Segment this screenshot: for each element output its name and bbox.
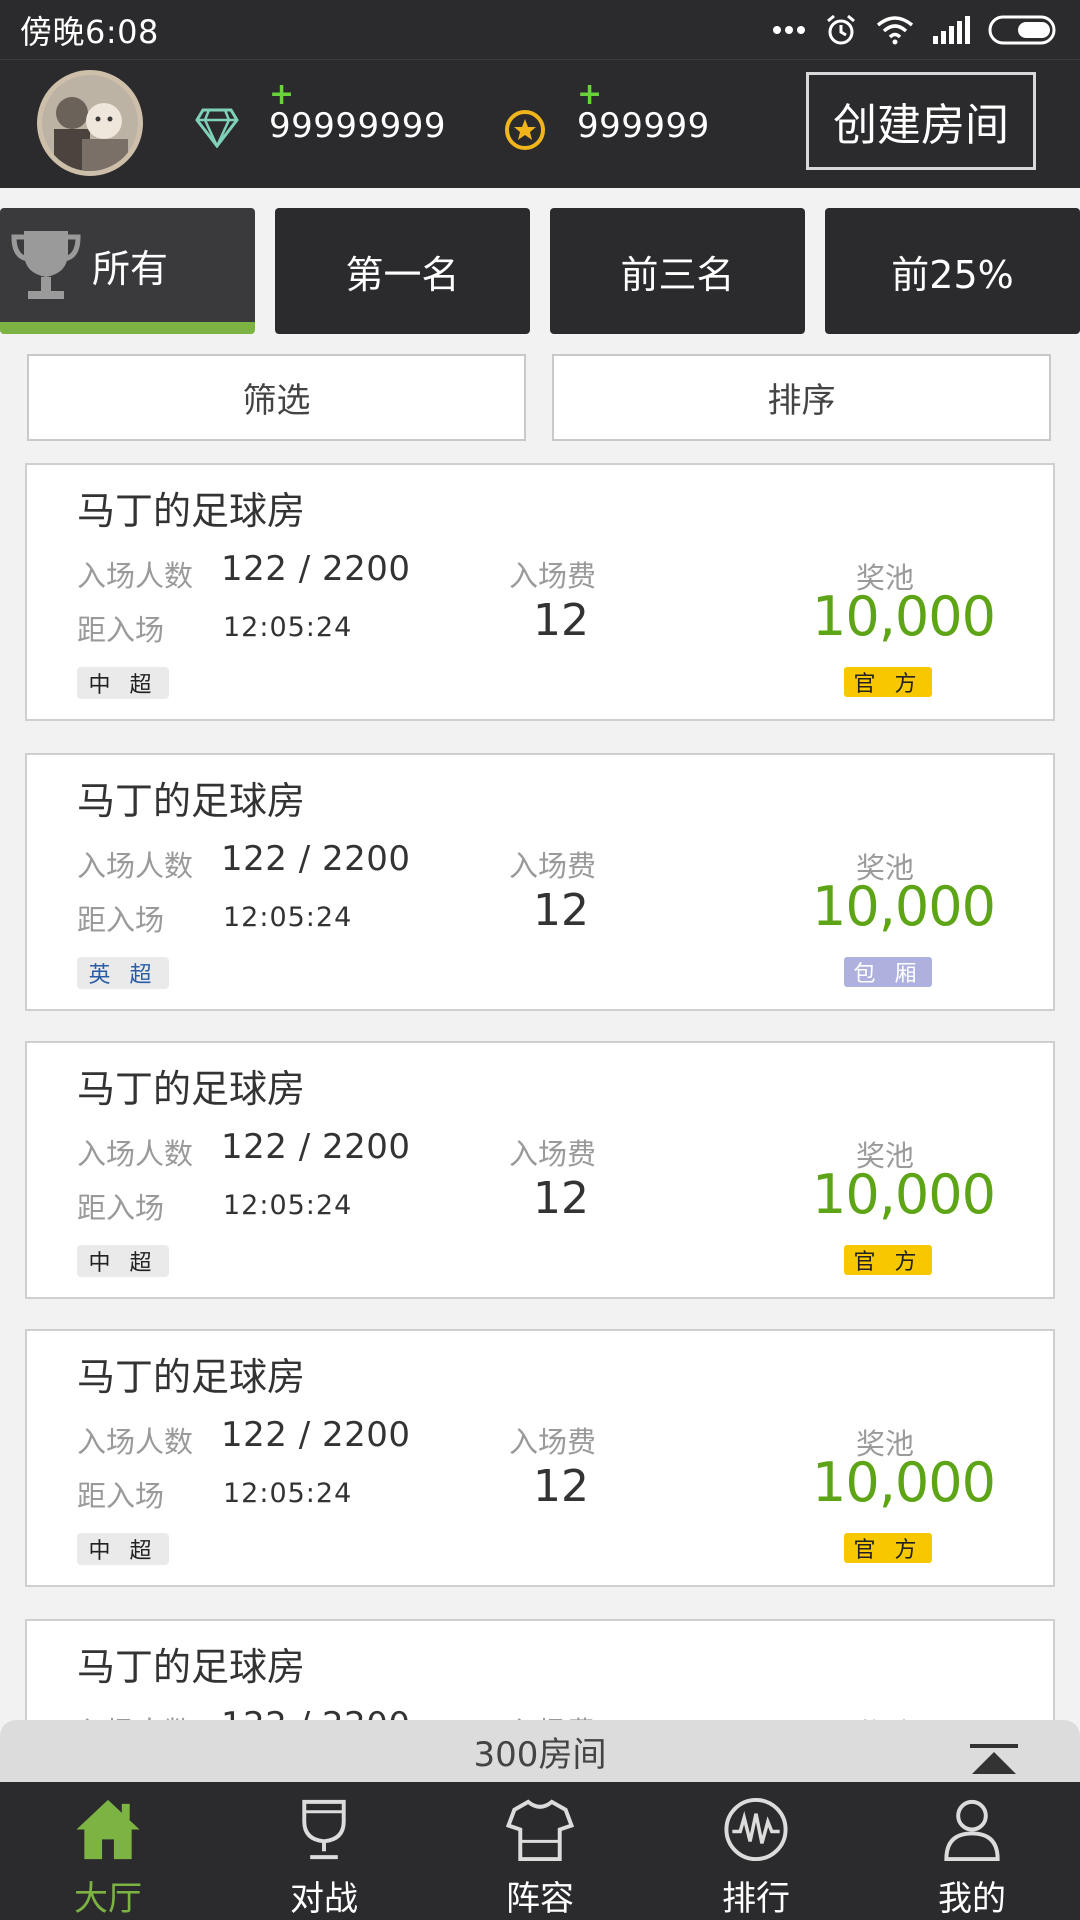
fee-label: 入场费: [509, 1425, 597, 1459]
league-badge: 中 超: [77, 1533, 169, 1565]
nav-lobby-label: 大厅: [74, 1879, 142, 1919]
until-start-label: 距入场: [77, 903, 165, 937]
entrants-count: 122 / 2200: [221, 549, 411, 589]
ranking-wave-icon: [724, 1797, 788, 1862]
fee-label: 入场费: [509, 1137, 597, 1171]
home-icon: [76, 1799, 140, 1860]
entry-fee: 12: [533, 885, 589, 936]
nav-ranking[interactable]: 排行: [648, 1782, 864, 1920]
entry-fee: 12: [533, 1173, 589, 1224]
prize-pool: 10,000: [812, 875, 996, 938]
until-start-label: 距入场: [77, 613, 165, 647]
entrants-count: 122 / 2200: [221, 1127, 411, 1167]
room-title: 马丁的足球房: [77, 1355, 306, 1399]
entrants-label: 入场人数: [77, 1425, 194, 1459]
entrants-count: 122 / 2200: [221, 1705, 411, 1720]
until-start-label: 距入场: [77, 1191, 165, 1225]
fee-label: 入场费: [509, 849, 597, 883]
type-badge: 官 方: [844, 1533, 932, 1563]
countdown: 12:05:24: [223, 1478, 353, 1509]
room-title: 马丁的足球房: [77, 489, 306, 533]
scroll-to-top-icon[interactable]: [968, 1744, 1020, 1774]
type-badge: 官 方: [844, 1245, 932, 1275]
nav-battle-label: 对战: [290, 1879, 358, 1919]
countdown: 12:05:24: [223, 1190, 353, 1221]
room-count-bar: 300房间: [0, 1720, 1080, 1782]
nav-lineup-label: 阵容: [506, 1879, 574, 1919]
room-list[interactable]: 马丁的足球房 入场人数 122 / 2200 距入场 12:05:24 入场费 …: [0, 0, 1080, 1720]
nav-profile[interactable]: 我的: [864, 1782, 1080, 1920]
trophy-cup-icon: [302, 1799, 346, 1860]
prize-pool: 10,000: [812, 1163, 996, 1226]
countdown: 12:05:24: [223, 902, 353, 933]
bottom-nav: 大厅 对战 阵容 排行 我的: [0, 1782, 1080, 1920]
room-card[interactable]: 马丁的足球房 入场人数 122 / 2200 入场费 奖池: [25, 1619, 1055, 1720]
entry-fee: 12: [533, 595, 589, 646]
entrants-label: 入场人数: [77, 559, 194, 593]
prize-pool: 10,000: [812, 585, 996, 648]
type-badge: 官 方: [844, 667, 932, 697]
room-card[interactable]: 马丁的足球房 入场人数 122 / 2200 距入场 12:05:24 入场费 …: [25, 1041, 1055, 1299]
prize-pool: 10,000: [812, 1451, 996, 1514]
nav-profile-label: 我的: [938, 1879, 1006, 1919]
room-title: 马丁的足球房: [77, 779, 306, 823]
countdown: 12:05:24: [223, 612, 353, 643]
room-card[interactable]: 马丁的足球房 入场人数 122 / 2200 距入场 12:05:24 入场费 …: [25, 463, 1055, 721]
type-badge: 包 厢: [844, 957, 932, 987]
entrants-count: 122 / 2200: [221, 1415, 411, 1455]
league-badge: 英 超: [77, 957, 169, 989]
entrants-label: 入场人数: [77, 1709, 193, 1720]
room-card[interactable]: 马丁的足球房 入场人数 122 / 2200 距入场 12:05:24 入场费 …: [25, 1329, 1055, 1587]
user-icon: [944, 1799, 1000, 1862]
league-badge: 中 超: [77, 667, 169, 699]
nav-ranking-label: 排行: [722, 1879, 790, 1919]
entry-fee: 12: [533, 1461, 589, 1512]
room-card[interactable]: 马丁的足球房 入场人数 122 / 2200 距入场 12:05:24 入场费 …: [25, 753, 1055, 1011]
prize-label: 奖池: [856, 1711, 914, 1720]
nav-lobby[interactable]: 大厅: [0, 1782, 216, 1920]
room-title: 马丁的足球房: [77, 1067, 306, 1111]
entrants-count: 122 / 2200: [221, 839, 411, 879]
fee-label: 入场费: [509, 1709, 596, 1720]
until-start-label: 距入场: [77, 1479, 165, 1513]
nav-battle[interactable]: 对战: [216, 1782, 432, 1920]
room-title: 马丁的足球房: [77, 1645, 306, 1689]
entrants-label: 入场人数: [77, 849, 194, 883]
nav-lineup[interactable]: 阵容: [432, 1782, 648, 1920]
jersey-icon: [505, 1799, 575, 1862]
league-badge: 中 超: [77, 1245, 169, 1277]
fee-label: 入场费: [509, 559, 597, 593]
entrants-label: 入场人数: [77, 1137, 194, 1171]
room-count: 300房间: [473, 1734, 607, 1775]
